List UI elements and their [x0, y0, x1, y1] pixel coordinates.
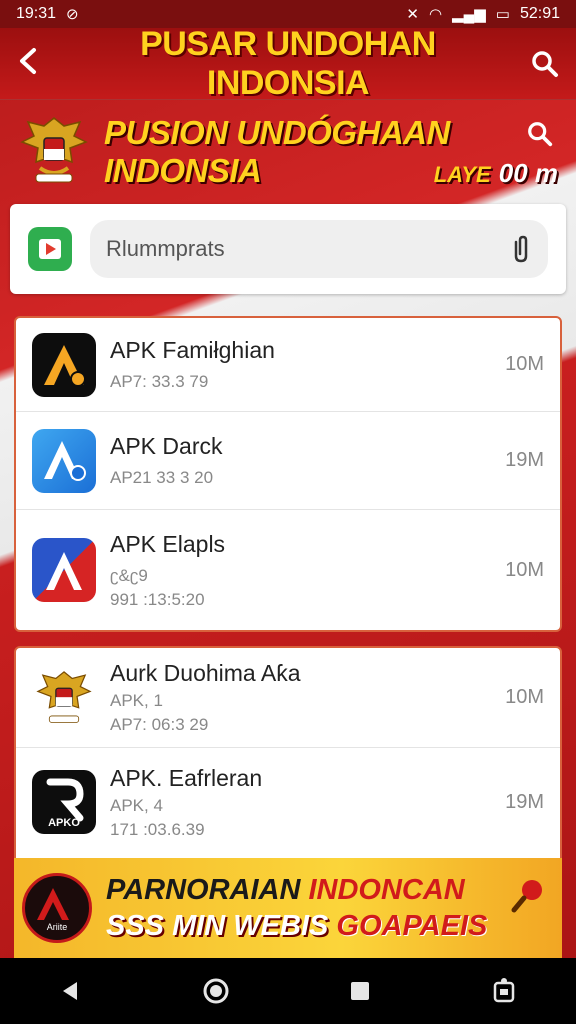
list-item[interactable]: APK Darck AP21 33 3 20 19M [16, 412, 560, 510]
app-size: 19M [505, 790, 544, 813]
app-name: APK. Eafrleran [110, 764, 263, 791]
banner-title-line1: PUSION UNDÓGHAAN [104, 114, 450, 151]
app-name: Aurk Duohima Aƙa [110, 660, 301, 686]
banner-title-line2: INDONSIA [104, 152, 262, 189]
nav-home-icon[interactable] [202, 977, 230, 1005]
header-banner: PUSION UNDÓGHAAN INDONSIA LAYE 00 m [0, 100, 576, 200]
nav-recents-icon[interactable] [348, 979, 372, 1003]
back-arrow-icon [20, 47, 36, 74]
promo-line1-b: INDONCAN [308, 874, 465, 906]
battery-icon: ▭ [495, 6, 510, 23]
app-bar: PUSAR UNDOHAN INDONSIA [0, 24, 576, 102]
ping-pong-icon [508, 876, 548, 921]
app-name: APK Famiłghian [110, 337, 275, 363]
promo-logo: Ariite [22, 873, 92, 943]
nav-back-icon[interactable] [59, 979, 83, 1003]
app-package: APK, 4 [110, 795, 163, 815]
search-field[interactable] [90, 220, 548, 278]
banner-meta-label: LAYE [433, 162, 491, 187]
banner-meta: LAYE 00 m [434, 158, 558, 189]
banner-meta-value: 00 m [498, 158, 558, 188]
app-name: APK Darck [110, 433, 223, 459]
wifi-icon: ◠ [428, 6, 443, 23]
promo-logo-text: Ariite [47, 922, 68, 932]
search-button[interactable] [520, 49, 560, 79]
app-title: PUSAR UNDOHAN INDONSIA [140, 24, 436, 102]
search-icon [528, 122, 553, 147]
search-card [10, 204, 566, 294]
app-a-orange-icon [32, 332, 96, 397]
banner-title: PUSION UNDÓGHAAN INDONSIA [104, 114, 450, 190]
garuda-emblem-icon [18, 112, 90, 188]
app-version: AP21 33 3 20 [110, 468, 214, 487]
app-size: 10M [505, 558, 544, 581]
app-version: ʗ&ʗ9 [110, 565, 148, 585]
navigation-bar [0, 958, 576, 1024]
promo-line2-b: GOAPAEIS [336, 910, 488, 942]
app-list-top: APK Famiłghian AP7: 33.3 79 10M APK Darc… [14, 316, 562, 632]
app-size: 10M [505, 686, 544, 708]
status-time: 19:31 [16, 5, 57, 22]
promo-line2-a: SSS MIN WEBIS [106, 910, 329, 942]
do-not-disturb-icon: ⊘ [66, 6, 79, 23]
app-a-blue-icon [32, 428, 96, 493]
app-date: AP7: 06:3 29 [110, 715, 209, 734]
list-item[interactable]: APK Elapls ʗ&ʗ9 991 :13:5:20 10M [16, 510, 560, 630]
app-icon-label: APKO [48, 817, 80, 829]
signal-icon: ▂▄▆ [452, 6, 486, 23]
list-item[interactable]: APK Famiłghian AP7: 33.3 79 10M [16, 318, 560, 412]
attachment-icon[interactable] [510, 234, 532, 264]
list-item[interactable]: Aurk Duohima Aƙa APK, 1 AP7: 06:3 29 10M [16, 648, 560, 748]
app-size: 19M [505, 449, 544, 471]
app-name: APK Elapls [110, 530, 226, 557]
app-r-black-icon: APKO [32, 770, 96, 834]
promo-line1-a: PARNORAIAN [106, 874, 301, 906]
search-icon [532, 50, 558, 77]
app-size: 10M [505, 353, 544, 375]
garuda-icon [32, 666, 96, 730]
status-clock: 52:91 [519, 5, 560, 22]
app-date: 991 :13:5:20 [110, 589, 205, 609]
back-button[interactable] [16, 46, 56, 82]
banner-search-button[interactable] [526, 120, 554, 153]
app-a-flag-icon [32, 538, 96, 602]
app-date: 171 :03.6.39 [110, 819, 205, 839]
list-item[interactable]: APKO APK. Eafrleran APK, 4 171 :03.6.39 … [16, 748, 560, 856]
mute-icon: ✕ [406, 6, 419, 23]
search-input[interactable] [106, 236, 486, 262]
accessibility-icon[interactable] [491, 977, 517, 1005]
promo-banner[interactable]: Ariite PARNORAIAN INDONCAN SSS MIN WEBIS… [14, 858, 562, 958]
app-package: APK, 1 [110, 691, 163, 710]
app-version: AP7: 33.3 79 [110, 372, 209, 391]
play-store-icon[interactable] [28, 227, 72, 271]
